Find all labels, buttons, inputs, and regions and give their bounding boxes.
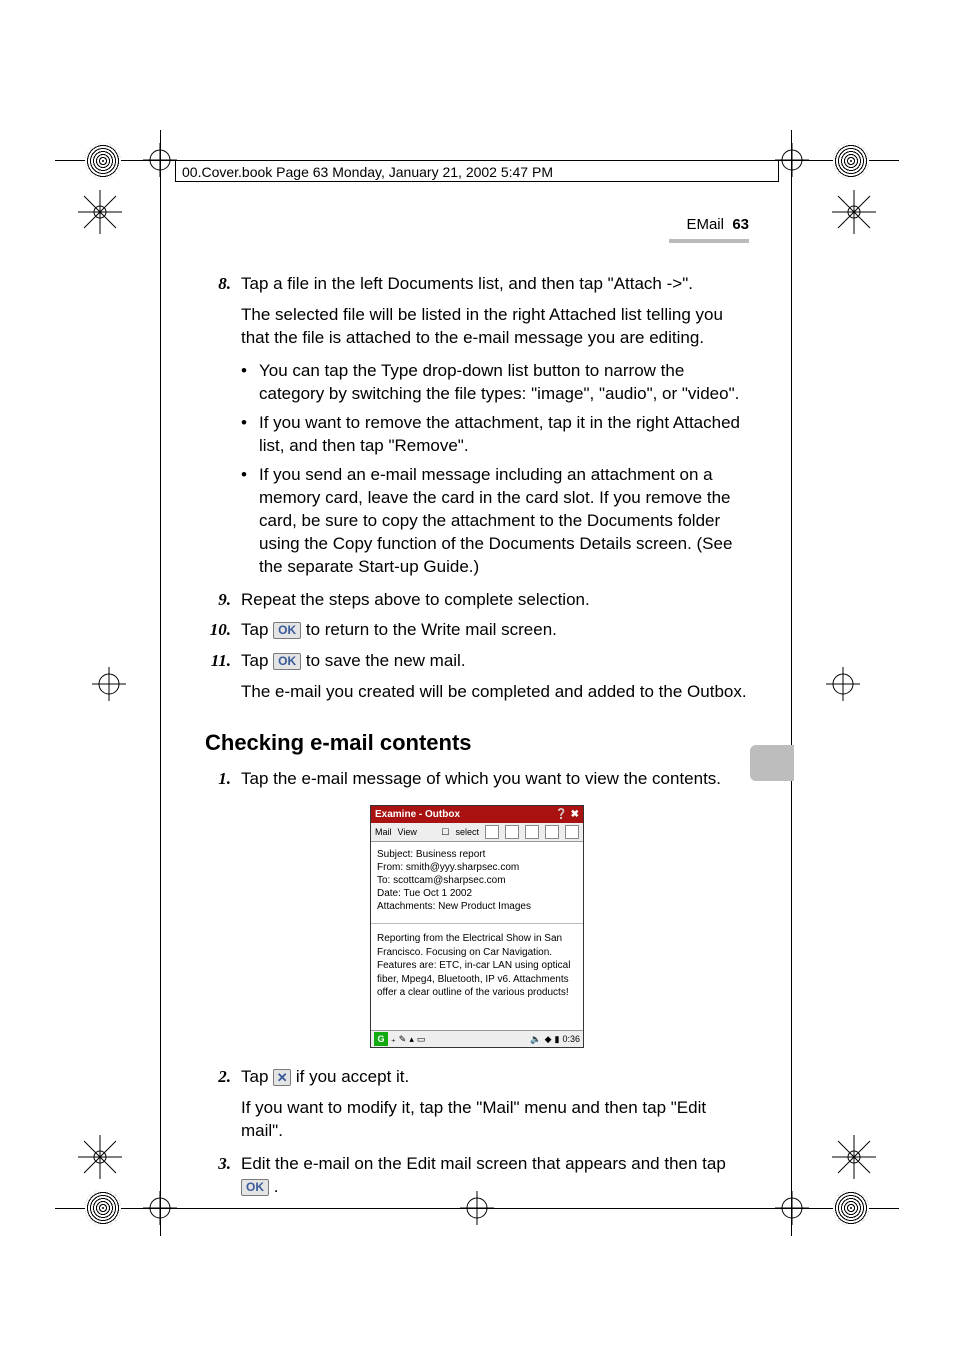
toolbar-icon <box>485 825 499 839</box>
tray-icon: 🔈 <box>530 1033 541 1045</box>
step-8: 8. Tap a file in the left Documents list… <box>205 273 749 296</box>
spoke-icon <box>78 1135 122 1179</box>
step-number: 8. <box>205 273 241 296</box>
step-9: 9. Repeat the steps above to complete se… <box>205 589 749 612</box>
step-text-post: . <box>269 1177 278 1196</box>
body-text: 8. Tap a file in the left Documents list… <box>205 273 749 1198</box>
ok-button-icon: OK <box>241 1179 269 1196</box>
step-text: Tap the e-mail message of which you want… <box>241 768 749 791</box>
step-text-post: if you accept it. <box>291 1067 409 1086</box>
step-text: Edit the e-mail on the Edit mail screen … <box>241 1153 749 1199</box>
check-step-2-continuation: If you want to modify it, tap the "Mail"… <box>241 1097 749 1143</box>
bullseye-icon <box>85 1190 121 1226</box>
spoke-icon <box>832 1135 876 1179</box>
bullet-item: You can tap the Type drop-down list butt… <box>241 360 749 406</box>
step-number: 2. <box>205 1066 241 1089</box>
screenshot-body: Reporting from the Electrical Show in Sa… <box>371 924 583 1030</box>
registration-mark-icon <box>143 143 177 177</box>
runhead-section: EMail <box>686 216 724 233</box>
device-screenshot: Examine - Outbox ❔ ✖ Mail View ☐ select <box>370 805 584 1048</box>
registration-mark-icon <box>826 667 860 701</box>
toolbar-icon <box>565 825 579 839</box>
screenshot-title: Examine - Outbox <box>375 808 460 822</box>
bullet-item: If you send an e-mail message including … <box>241 464 749 579</box>
hdr-date: Date: Tue Oct 1 2002 <box>377 887 577 900</box>
ok-button-icon: OK <box>273 653 301 670</box>
page-root: 00.Cover.book Page 63 Monday, January 21… <box>0 0 954 1351</box>
check-step-3: 3. Edit the e-mail on the Edit mail scre… <box>205 1153 749 1199</box>
hdr-to: To: scottcam@sharpsec.com <box>377 874 577 887</box>
step-text: Repeat the steps above to complete selec… <box>241 589 749 612</box>
screenshot-header: Subject: Business report From: smith@yyy… <box>371 842 583 924</box>
hdr-attachments: Attachments: New Product Images <box>377 900 577 913</box>
taskbar-icon: ▴ <box>409 1033 414 1045</box>
registration-mark-icon <box>92 667 126 701</box>
runhead-page: 63 <box>732 216 749 233</box>
step-number: 11. <box>205 650 241 673</box>
crop-header: 00.Cover.book Page 63 Monday, January 21… <box>175 160 779 182</box>
step-number: 1. <box>205 768 241 791</box>
registration-mark-icon <box>143 1191 177 1225</box>
step-number: 3. <box>205 1153 241 1199</box>
taskbar-icon: ₊ <box>391 1033 396 1045</box>
hdr-subject: Subject: Business report <box>377 848 577 861</box>
runhead-rule <box>669 239 749 243</box>
step-text-post: to save the new mail. <box>301 651 465 670</box>
crop-line <box>791 130 792 1236</box>
menu-mail: Mail <box>375 826 392 838</box>
step-text-post: to return to the Write mail screen. <box>301 620 557 639</box>
registration-mark-icon <box>775 143 809 177</box>
taskbar-icon: ✎ <box>399 1033 407 1045</box>
step-text: Tap a file in the left Documents list, a… <box>241 273 749 296</box>
step-11: 11. Tap OK to save the new mail. <box>205 650 749 673</box>
screenshot-taskbar: G ₊ ✎ ▴ ▭ 🔈 ◆ ▮ 0:36 <box>371 1030 583 1047</box>
menu-view: View <box>398 826 417 838</box>
toolbar-icon <box>525 825 539 839</box>
step-text: Tap OK to return to the Write mail scree… <box>241 619 749 642</box>
step-text-pre: Tap <box>241 1067 273 1086</box>
running-head: EMail 63 <box>205 215 749 235</box>
spoke-icon <box>78 190 122 234</box>
step-number: 9. <box>205 589 241 612</box>
screenshot-titlebar: Examine - Outbox ❔ ✖ <box>371 806 583 824</box>
step-number: 10. <box>205 619 241 642</box>
check-step-1: 1. Tap the e-mail message of which you w… <box>205 768 749 791</box>
step-10: 10. Tap OK to return to the Write mail s… <box>205 619 749 642</box>
taskbar-icon: ▭ <box>417 1033 426 1045</box>
bullseye-icon <box>85 143 121 179</box>
step-text: Tap ✕ if you accept it. <box>241 1066 749 1089</box>
ok-button-icon: OK <box>273 622 301 639</box>
tray-icon: ▮ <box>555 1033 560 1045</box>
hdr-from: From: smith@yyy.sharpsec.com <box>377 861 577 874</box>
step-text: Tap OK to save the new mail. <box>241 650 749 673</box>
bullet-item: If you want to remove the attachment, ta… <box>241 412 749 458</box>
step-8-bullets: You can tap the Type drop-down list butt… <box>241 360 749 578</box>
check-step-2: 2. Tap ✕ if you accept it. <box>205 1066 749 1089</box>
titlebar-icons: ❔ ✖ <box>555 808 579 822</box>
step-text-pre: Tap <box>241 651 273 670</box>
menu-select: select <box>455 826 479 838</box>
section-heading: Checking e-mail contents <box>205 728 749 758</box>
step-11-continuation: The e-mail you created will be completed… <box>241 681 749 704</box>
toolbar-icon <box>545 825 559 839</box>
step-8-continuation: The selected file will be listed in the … <box>241 304 749 350</box>
bullseye-icon <box>833 1190 869 1226</box>
clock: 0:36 <box>562 1033 580 1045</box>
bullseye-icon <box>833 143 869 179</box>
step-text-pre: Edit the e-mail on the Edit mail screen … <box>241 1154 726 1173</box>
spoke-icon <box>832 190 876 234</box>
start-icon: G <box>374 1032 388 1046</box>
toolbar-icon <box>505 825 519 839</box>
page-content: EMail 63 8. Tap a file in the left Docum… <box>205 215 749 1207</box>
tray-icon: ◆ <box>545 1033 552 1045</box>
crop-line <box>160 130 161 1236</box>
close-button-icon: ✕ <box>273 1069 291 1086</box>
thumb-tab <box>750 745 794 781</box>
screenshot-menubar: Mail View ☐ select <box>371 823 583 842</box>
step-text-pre: Tap <box>241 620 273 639</box>
registration-mark-icon <box>775 1191 809 1225</box>
